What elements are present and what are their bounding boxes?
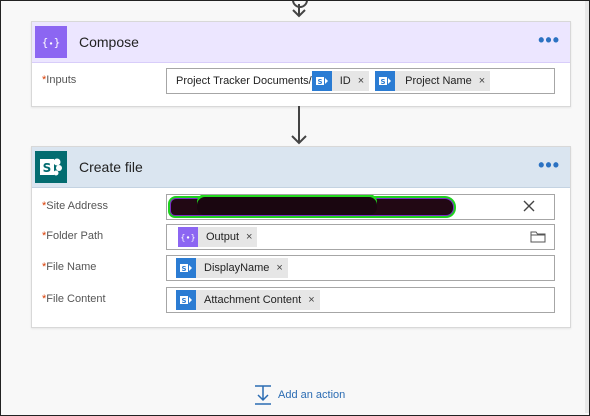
token-project-name[interactable]: S Project Name × [375,71,491,91]
file-content-label: *File Content [42,293,106,305]
create-file-title: Create file [79,159,143,175]
site-address-label: *Site Address [42,200,109,212]
create-file-header[interactable]: S Create file ••• [32,147,570,188]
svg-text:S: S [317,78,322,86]
braces-icon: {∙} [178,227,198,247]
add-action-label: Add an action [278,389,346,401]
site-address-field[interactable] [166,194,555,220]
token-output[interactable]: {∙} Output × [178,227,258,247]
folder-icon[interactable] [530,230,546,243]
remove-token-icon[interactable]: × [246,231,252,243]
clear-icon[interactable] [522,199,536,213]
sharepoint-icon: S [311,71,332,91]
inputs-row: *Inputs Project Tracker Documents/ S ID ×… [32,68,570,94]
file-content-row: *File Content S Attachment Content × [32,287,570,313]
middle-connector-arrow [291,106,307,146]
remove-token-icon[interactable]: × [276,262,282,274]
token-id[interactable]: S ID × [311,71,370,91]
svg-text:S: S [43,161,52,175]
folder-path-field[interactable]: {∙} Output × [166,224,555,250]
svg-text:S: S [181,297,186,305]
vertical-scrollbar[interactable] [585,1,589,413]
svg-text:S: S [381,78,386,86]
compose-more-options-button[interactable]: ••• [538,31,560,49]
site-address-row: *Site Address [32,194,570,220]
file-name-label: *File Name [42,261,97,273]
braces-icon: {∙} [35,26,67,58]
file-content-field[interactable]: S Attachment Content × [166,287,555,313]
compose-action-card: {∙} Compose ••• *Inputs Project Tracker … [31,21,571,107]
sharepoint-icon: S [375,71,396,91]
sharepoint-icon: S [176,258,196,278]
file-name-row: *File Name S DisplayName × [32,255,570,281]
compose-header[interactable]: {∙} Compose ••• [32,22,570,63]
add-action-icon [255,385,271,405]
inputs-label: *Inputs [42,74,77,86]
compose-title: Compose [79,34,139,50]
remove-token-icon[interactable]: × [358,75,364,87]
add-action-button[interactable]: Add an action [254,385,345,405]
create-file-more-options-button[interactable]: ••• [538,156,560,174]
file-name-field[interactable]: S DisplayName × [166,255,555,281]
create-file-action-card: S Create file ••• *Site Address *Folder … [31,146,571,328]
top-connector-arrow [291,0,307,22]
sharepoint-icon: S [176,290,196,310]
inputs-field[interactable]: Project Tracker Documents/ S ID × S Proje… [166,68,555,94]
token-displayname[interactable]: S DisplayName × [176,258,288,278]
folder-path-label: *Folder Path [42,230,104,242]
inputs-text: Project Tracker Documents/ [176,75,312,87]
svg-text:S: S [181,265,186,273]
remove-token-icon[interactable]: × [308,294,314,306]
redaction-scribble-overlay [197,197,377,215]
svg-text:{∙}: {∙} [181,233,195,242]
sharepoint-icon: S [35,151,67,183]
folder-path-row: *Folder Path {∙} Output × [32,224,570,250]
remove-token-icon[interactable]: × [479,75,485,87]
svg-text:{∙}: {∙} [41,36,60,49]
token-attachment-content[interactable]: S Attachment Content × [176,290,320,310]
